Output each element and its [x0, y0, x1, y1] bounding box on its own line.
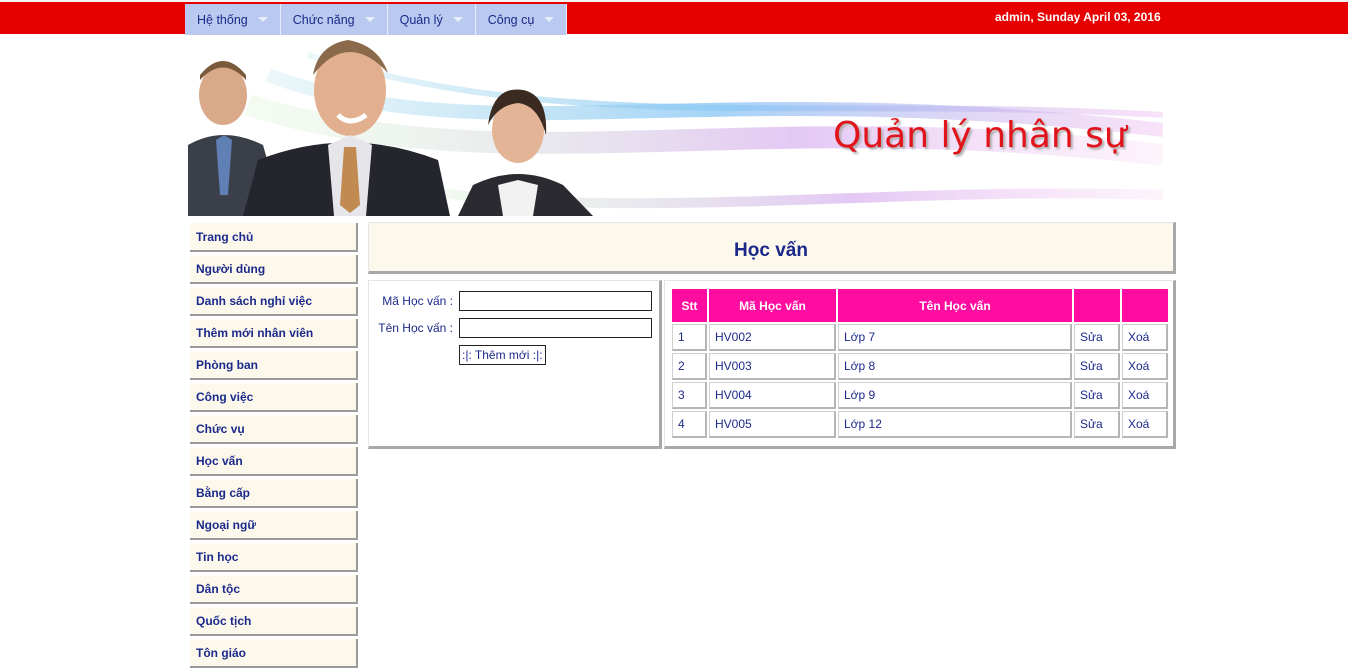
menu-cong-cu[interactable]: Công cụ — [475, 4, 568, 35]
sidebar-item-chuc-vu[interactable]: Chức vụ — [190, 415, 358, 444]
cell-ma: HV005 — [709, 411, 836, 438]
sidebar-item-dan-toc[interactable]: Dân tộc — [190, 575, 358, 604]
sidebar-item-hoc-van[interactable]: Học vấn — [190, 447, 358, 476]
menu-label: Công cụ — [487, 12, 535, 27]
column-header-delete — [1122, 289, 1168, 322]
user-info: admin, Sunday April 03, 2016 — [995, 10, 1161, 24]
page-title: Học vấn — [368, 222, 1176, 274]
form-panel: Mã Học vấn : Tên Học vấn : :|: Thêm mới … — [368, 280, 662, 449]
cell-stt: 4 — [672, 411, 707, 438]
menu-label: Hệ thống — [197, 12, 248, 27]
sidebar-item-bang-cap[interactable]: Bằng cấp — [190, 479, 358, 508]
column-header-ten: Tên Học vấn — [838, 289, 1072, 322]
cell-ma: HV004 — [709, 382, 836, 409]
ten-hoc-van-label: Tên Học vấn : — [378, 321, 453, 335]
banner-title: Quản lý nhân sự — [833, 115, 1127, 156]
table-row: 3 HV004 Lớp 9 Sửa Xoá — [672, 382, 1168, 409]
main-menu: Hệ thống Chức năng Quản lý Công cụ — [185, 4, 568, 35]
chevron-down-icon — [544, 17, 555, 22]
table-row: 2 HV003 Lớp 8 Sửa Xoá — [672, 353, 1168, 380]
edit-link[interactable]: Sửa — [1074, 324, 1120, 351]
sidebar-item-danh-sach-nghi-viec[interactable]: Danh sách nghỉ việc — [190, 287, 358, 316]
add-new-button[interactable]: :|: Thêm mới :|: — [459, 345, 546, 365]
sidebar-item-them-moi-nhan-vien[interactable]: Thêm mới nhân viên — [190, 319, 358, 348]
sidebar-item-cong-viec[interactable]: Công việc — [190, 383, 358, 412]
delete-link[interactable]: Xoá — [1122, 382, 1168, 409]
sidebar-item-nguoi-dung[interactable]: Người dùng — [190, 255, 358, 284]
delete-link[interactable]: Xoá — [1122, 353, 1168, 380]
ma-hoc-van-input[interactable] — [459, 291, 652, 311]
sidebar-item-phong-ban[interactable]: Phòng ban — [190, 351, 358, 380]
menu-he-thong[interactable]: Hệ thống — [185, 4, 281, 35]
sidebar: Trang chủ Người dùng Danh sách nghỉ việc… — [190, 223, 358, 671]
menu-label: Chức năng — [292, 12, 355, 27]
sidebar-item-tin-hoc[interactable]: Tin học — [190, 543, 358, 572]
edit-link[interactable]: Sửa — [1074, 411, 1120, 438]
cell-stt: 3 — [672, 382, 707, 409]
cell-stt: 2 — [672, 353, 707, 380]
hoc-van-table: Stt Mã Học vấn Tên Học vấn 1 HV002 Lớp 7… — [670, 287, 1170, 440]
delete-link[interactable]: Xoá — [1122, 324, 1168, 351]
edit-link[interactable]: Sửa — [1074, 382, 1120, 409]
sidebar-item-ngoai-ngu[interactable]: Ngoại ngữ — [190, 511, 358, 540]
sidebar-item-trang-chu[interactable]: Trang chủ — [190, 223, 358, 252]
cell-ten: Lớp 8 — [838, 353, 1072, 380]
column-header-edit — [1074, 289, 1120, 322]
table-header-row: Stt Mã Học vấn Tên Học vấn — [672, 289, 1168, 322]
sidebar-item-quoc-tich[interactable]: Quốc tịch — [190, 607, 358, 636]
menu-quan-ly[interactable]: Quản lý — [387, 4, 476, 35]
table-row: 1 HV002 Lớp 7 Sửa Xoá — [672, 324, 1168, 351]
delete-link[interactable]: Xoá — [1122, 411, 1168, 438]
column-header-ma: Mã Học vấn — [709, 289, 836, 322]
sidebar-item-ton-giao[interactable]: Tôn giáo — [190, 639, 358, 668]
menu-chuc-nang[interactable]: Chức năng — [280, 4, 388, 35]
cell-stt: 1 — [672, 324, 707, 351]
edit-link[interactable]: Sửa — [1074, 353, 1120, 380]
cell-ma: HV003 — [709, 353, 836, 380]
cell-ten: Lớp 7 — [838, 324, 1072, 351]
table-row: 4 HV005 Lớp 12 Sửa Xoá — [672, 411, 1168, 438]
header-banner: Quản lý nhân sự — [188, 35, 1163, 216]
ma-hoc-van-label: Mã Học vấn : — [382, 294, 453, 308]
cell-ma: HV002 — [709, 324, 836, 351]
cell-ten: Lớp 12 — [838, 411, 1072, 438]
menu-label: Quản lý — [399, 12, 443, 27]
chevron-down-icon — [452, 17, 463, 22]
cell-ten: Lớp 9 — [838, 382, 1072, 409]
column-header-stt: Stt — [672, 289, 707, 322]
chevron-down-icon — [257, 17, 268, 22]
ten-hoc-van-input[interactable] — [459, 318, 652, 338]
chevron-down-icon — [364, 17, 375, 22]
table-panel: Stt Mã Học vấn Tên Học vấn 1 HV002 Lớp 7… — [664, 280, 1176, 449]
top-bar: Hệ thống Chức năng Quản lý Công cụ admin… — [0, 0, 1348, 35]
